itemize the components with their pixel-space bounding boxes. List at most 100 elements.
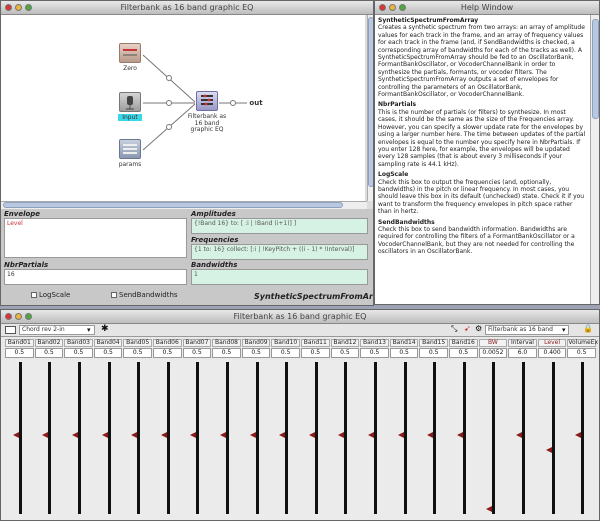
fader-knob[interactable] bbox=[72, 432, 78, 438]
band-value-field[interactable]: 0.5 bbox=[182, 348, 212, 358]
fader-track[interactable] bbox=[166, 362, 170, 514]
fader-knob[interactable] bbox=[160, 432, 167, 438]
fader-track[interactable] bbox=[522, 362, 525, 514]
keyboard-icon[interactable] bbox=[5, 326, 16, 334]
help-scroll-thumb[interactable] bbox=[592, 19, 599, 119]
band-value-field[interactable]: 0.5 bbox=[93, 348, 123, 358]
fader-track[interactable] bbox=[374, 362, 377, 514]
band-value-field[interactable]: 0.5 bbox=[153, 348, 182, 358]
fader-track[interactable] bbox=[18, 362, 22, 514]
fader-track[interactable] bbox=[78, 362, 81, 514]
sound-editor-titlebar[interactable]: Filterbank as 16 band graphic EQ bbox=[1, 1, 373, 15]
fader-track[interactable] bbox=[107, 362, 111, 514]
nbr-partials-field[interactable]: 16 bbox=[4, 269, 187, 285]
envelope-field[interactable]: Level bbox=[4, 218, 187, 258]
fader-knob[interactable] bbox=[397, 432, 404, 438]
fader-track[interactable] bbox=[255, 362, 259, 514]
fader-track[interactable] bbox=[226, 362, 229, 514]
band-value-field[interactable]: 0.5 bbox=[123, 348, 152, 358]
fader-track[interactable] bbox=[433, 362, 437, 514]
fader-track[interactable] bbox=[344, 362, 348, 514]
eq-close-button[interactable] bbox=[5, 313, 12, 320]
logscale-checkbox[interactable] bbox=[31, 292, 37, 298]
sound-selector[interactable]: Filterbank as 16 band bbox=[485, 325, 569, 335]
fader-track[interactable] bbox=[462, 362, 466, 514]
help-minimize-button[interactable] bbox=[389, 4, 396, 11]
bandwidths-field[interactable]: 1 bbox=[191, 269, 368, 285]
band-value-field[interactable]: 0.0052 bbox=[478, 348, 508, 358]
eq-minimize-button[interactable] bbox=[15, 313, 22, 320]
band-value-field[interactable]: 0.5 bbox=[419, 348, 448, 358]
fader-knob[interactable] bbox=[308, 432, 315, 438]
pointer-icon[interactable]: ➹ bbox=[464, 324, 471, 333]
sendbandwidths-checkbox[interactable] bbox=[111, 292, 117, 298]
fader-track[interactable] bbox=[137, 362, 141, 514]
fader-track[interactable] bbox=[581, 362, 585, 514]
amplitudes-field[interactable]: {!Band 16} to: [ :i | !Band (i+1)] ] bbox=[191, 218, 368, 234]
fader-track[interactable] bbox=[492, 362, 496, 514]
fader-knob[interactable] bbox=[545, 447, 552, 454]
band-value-field[interactable]: 0.5 bbox=[330, 348, 360, 358]
fader-track[interactable] bbox=[551, 362, 555, 514]
fader-track[interactable] bbox=[314, 362, 318, 514]
band-value-field[interactable]: 0.5 bbox=[360, 348, 389, 358]
fader-track[interactable] bbox=[285, 362, 289, 514]
snapshot-icon[interactable]: ✱ bbox=[101, 324, 109, 334]
fader-knob[interactable] bbox=[575, 432, 582, 438]
help-close-button[interactable] bbox=[379, 4, 386, 11]
band-value-field[interactable]: 0.5 bbox=[34, 348, 64, 358]
preset-field[interactable]: Chord rev 2-in bbox=[19, 325, 95, 335]
band-value-field[interactable]: 0.5 bbox=[5, 348, 34, 358]
minimize-button[interactable] bbox=[15, 4, 22, 11]
fader-track[interactable] bbox=[403, 362, 407, 514]
lock-icon[interactable]: 🔒 bbox=[583, 324, 593, 333]
fader-track[interactable] bbox=[196, 362, 200, 514]
close-button[interactable] bbox=[5, 4, 12, 11]
fader-knob[interactable] bbox=[220, 432, 226, 438]
eq-zoom-button[interactable] bbox=[25, 313, 32, 320]
fader-knob[interactable] bbox=[279, 432, 286, 438]
fader-knob[interactable] bbox=[249, 432, 256, 438]
band-value-field[interactable]: 0.5 bbox=[271, 348, 300, 358]
sound-selector-arrow-icon[interactable]: ▾ bbox=[562, 326, 566, 334]
wand-icon[interactable]: ⤡ bbox=[451, 324, 457, 334]
canvas-vertical-scrollbar[interactable] bbox=[367, 15, 373, 201]
help-zoom-button[interactable] bbox=[399, 4, 406, 11]
band-value-field[interactable]: 6.0 bbox=[508, 348, 537, 358]
fader-track[interactable] bbox=[48, 362, 52, 514]
fader-knob[interactable] bbox=[338, 432, 345, 438]
help-vertical-scrollbar[interactable] bbox=[590, 15, 599, 304]
fader-knob[interactable] bbox=[42, 432, 49, 438]
canvas-horizontal-scroll-thumb[interactable] bbox=[3, 202, 343, 208]
band-value-field[interactable]: 0.5 bbox=[301, 348, 330, 358]
input-node-label[interactable]: Input bbox=[118, 114, 142, 121]
fader-knob[interactable] bbox=[101, 432, 108, 438]
canvas-horizontal-scrollbar[interactable] bbox=[1, 201, 367, 209]
zoom-button[interactable] bbox=[25, 4, 32, 11]
frequencies-field[interactable]: {1 to: 16} collect: [:i | !KeyPitch + ((… bbox=[191, 244, 368, 260]
params-node[interactable] bbox=[119, 139, 141, 159]
fader-knob[interactable] bbox=[486, 505, 493, 512]
fader-knob[interactable] bbox=[427, 432, 434, 438]
band-value-field[interactable]: 0.5 bbox=[212, 348, 241, 358]
help-titlebar[interactable]: Help Window bbox=[375, 1, 599, 15]
settings-icon[interactable]: ⚙ bbox=[475, 324, 482, 333]
zero-node[interactable] bbox=[119, 43, 141, 63]
synthetic-spectrum-node[interactable] bbox=[196, 91, 218, 111]
preset-dropdown-icon[interactable]: ▾ bbox=[87, 326, 91, 334]
fader-knob[interactable] bbox=[190, 432, 197, 438]
fader-knob[interactable] bbox=[516, 432, 522, 438]
fader-knob[interactable] bbox=[131, 432, 138, 438]
fader-knob[interactable] bbox=[368, 432, 374, 438]
band-value-field[interactable]: 0.5 bbox=[389, 348, 419, 358]
band-value-field[interactable]: 0.400 bbox=[537, 348, 567, 358]
fader-knob[interactable] bbox=[12, 432, 19, 438]
eq-titlebar[interactable]: Filterbank as 16 band graphic EQ bbox=[1, 310, 599, 324]
band-value-field[interactable]: 0.5 bbox=[449, 348, 478, 358]
band-value-field[interactable]: 0.5 bbox=[567, 348, 596, 358]
output-node-label[interactable]: out bbox=[249, 99, 263, 107]
band-value-field[interactable]: 0.5 bbox=[241, 348, 271, 358]
input-node[interactable] bbox=[119, 92, 141, 112]
fader-knob[interactable] bbox=[456, 432, 463, 438]
band-value-field[interactable]: 0.5 bbox=[64, 348, 93, 358]
